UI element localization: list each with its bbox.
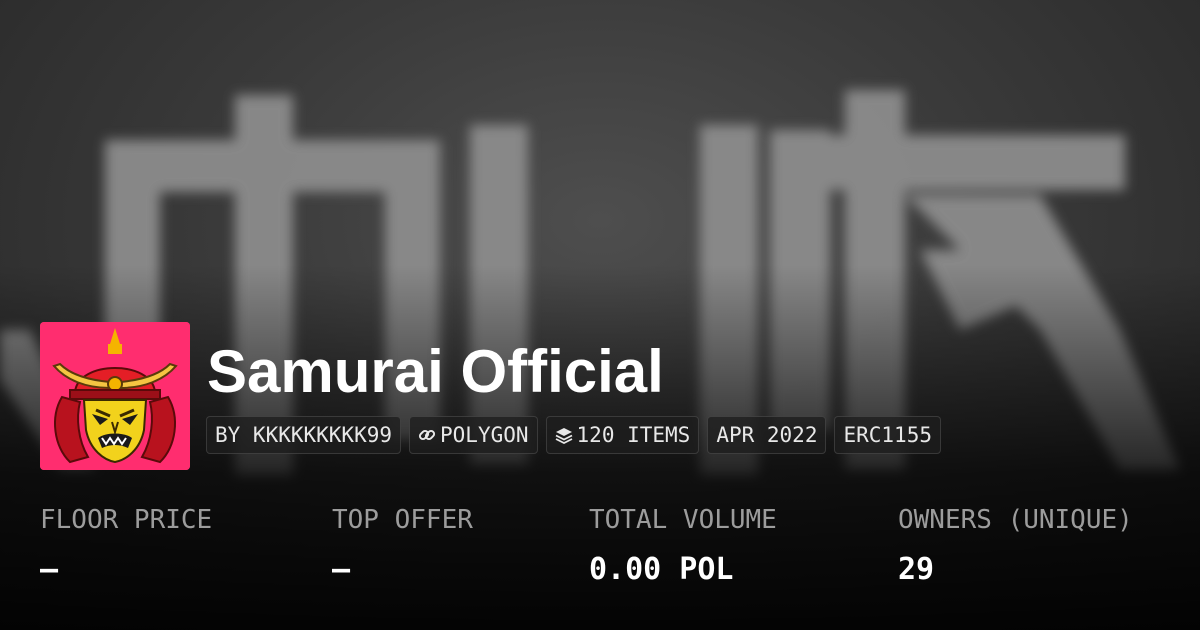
stat-top-offer-value: – xyxy=(332,552,351,587)
tag-creator-label: BY KKKKKKKKK99 xyxy=(215,423,393,447)
collection-title: Samurai Official xyxy=(207,338,664,405)
stat-owners-label: OWNERS (UNIQUE) xyxy=(898,505,1133,535)
tag-standard: ERC1155 xyxy=(834,416,941,454)
tag-standard-label: ERC1155 xyxy=(843,423,932,447)
tag-chain[interactable]: POLYGON xyxy=(409,416,538,454)
stat-total-volume: TOTAL VOLUME 0.00 POL xyxy=(589,500,777,590)
collection-avatar xyxy=(40,322,190,470)
layers-icon xyxy=(555,428,572,444)
collection-stats: FLOOR PRICE – TOP OFFER – TOTAL VOLUME 0… xyxy=(0,500,1200,630)
collection-tags: BY KKKKKKKKK99 POLYGON 120 ITEMS APR 202… xyxy=(206,416,941,454)
stat-floor-price-value: – xyxy=(40,552,59,587)
tag-items-label: 120 ITEMS xyxy=(576,423,691,447)
stat-owners-value: 29 xyxy=(898,552,935,587)
samurai-mask-icon xyxy=(40,322,190,470)
stat-total-volume-value: 0.00 POL xyxy=(589,552,734,587)
stat-top-offer-label: TOP OFFER xyxy=(332,505,473,535)
stat-floor-price: FLOOR PRICE – xyxy=(40,500,212,590)
link-icon xyxy=(418,429,436,441)
stat-owners: OWNERS (UNIQUE) 29 xyxy=(898,500,1133,590)
stat-floor-price-label: FLOOR PRICE xyxy=(40,505,213,535)
tag-items: 120 ITEMS xyxy=(545,416,700,454)
tag-chain-label: POLYGON xyxy=(440,423,529,447)
tag-date-label: APR 2022 xyxy=(716,423,818,447)
tag-creator[interactable]: BY KKKKKKKKK99 xyxy=(206,416,402,454)
stat-total-volume-label: TOTAL VOLUME xyxy=(589,505,777,535)
tag-date: APR 2022 xyxy=(707,416,827,454)
stat-top-offer: TOP OFFER – xyxy=(332,500,473,590)
